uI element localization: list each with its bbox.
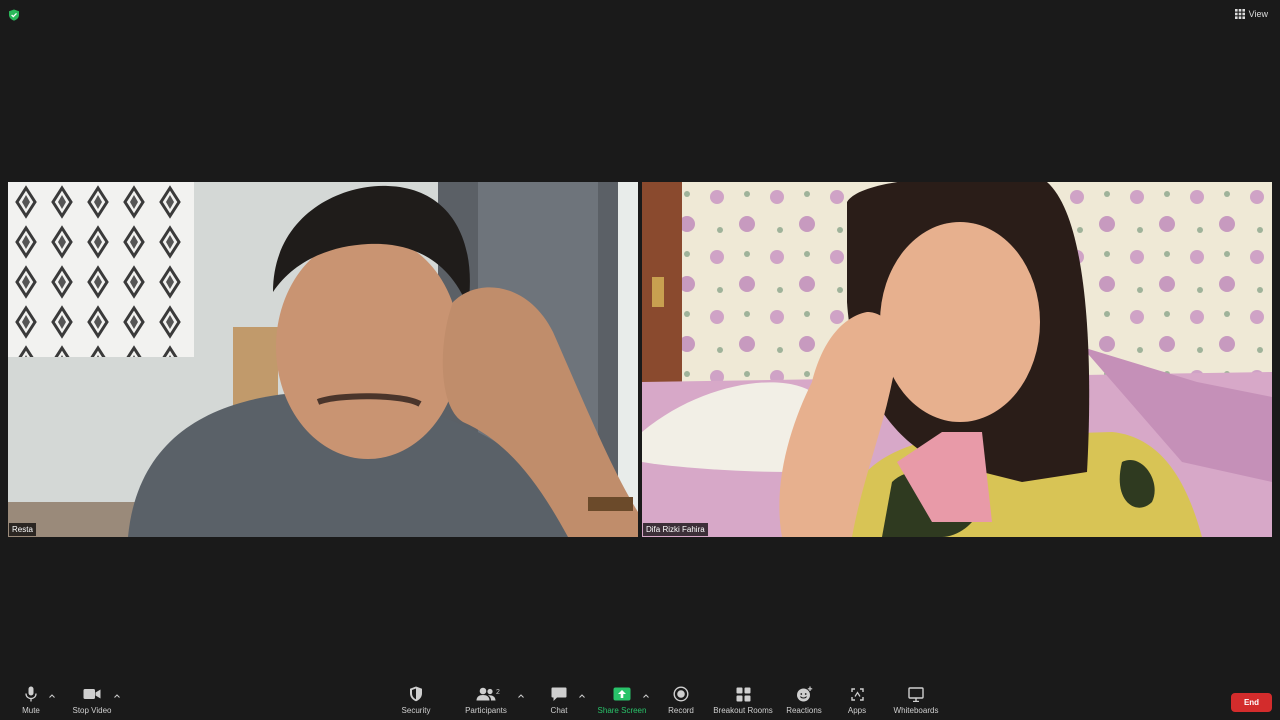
breakout-rooms-icon xyxy=(736,687,750,701)
chat-button[interactable]: Chat xyxy=(545,685,573,715)
view-button[interactable]: View xyxy=(1234,7,1268,21)
video-options-chevron[interactable] xyxy=(113,692,121,700)
share-screen-label: Share Screen xyxy=(597,706,647,715)
video-tile-resta[interactable]: Resta xyxy=(8,182,638,537)
breakout-rooms-label: Breakout Rooms xyxy=(713,706,773,715)
whiteboard-icon xyxy=(908,686,924,702)
grid-view-icon xyxy=(1234,9,1245,19)
record-label: Record xyxy=(668,706,694,715)
whiteboards-label: Whiteboards xyxy=(893,706,939,715)
chevron-up-icon xyxy=(579,694,585,698)
chat-options-chevron[interactable] xyxy=(578,692,586,700)
whiteboards-button[interactable]: Whiteboards xyxy=(891,685,941,715)
chevron-up-icon xyxy=(49,694,55,698)
share-screen-options-chevron[interactable] xyxy=(642,692,650,700)
participants-count: 2 xyxy=(496,689,500,696)
mute-button[interactable]: Mute xyxy=(13,685,49,715)
participants-options-chevron[interactable] xyxy=(517,692,525,700)
reactions-icon xyxy=(796,686,812,702)
end-label: End xyxy=(1243,698,1260,707)
stop-video-label: Stop Video xyxy=(72,706,112,715)
share-screen-button[interactable]: Share Screen xyxy=(597,685,647,715)
apps-button[interactable]: Apps xyxy=(842,685,872,715)
record-icon xyxy=(673,686,689,702)
meeting-controls-toolbar: Mute Stop Video Security Participants 2 … xyxy=(0,680,1280,720)
chat-bubble-icon xyxy=(551,687,567,701)
participant-name-label: Resta xyxy=(9,523,36,536)
chevron-up-icon xyxy=(518,694,524,698)
end-meeting-button[interactable]: End xyxy=(1231,693,1272,712)
audio-options-chevron[interactable] xyxy=(48,692,56,700)
reactions-label: Reactions xyxy=(786,706,822,715)
microphone-icon xyxy=(25,686,37,702)
participant-video-feed xyxy=(642,182,1272,537)
mute-label: Mute xyxy=(22,706,40,715)
participants-icon xyxy=(476,687,496,701)
reactions-button[interactable]: Reactions xyxy=(784,685,824,715)
participants-label: Participants xyxy=(465,706,507,715)
record-button[interactable]: Record xyxy=(666,685,696,715)
security-label: Security xyxy=(401,706,431,715)
view-label: View xyxy=(1248,9,1268,19)
share-screen-icon xyxy=(613,687,631,701)
stop-video-button[interactable]: Stop Video xyxy=(68,685,116,715)
breakout-rooms-button[interactable]: Breakout Rooms xyxy=(712,685,774,715)
participants-button[interactable]: Participants xyxy=(463,685,509,715)
encryption-shield-icon[interactable] xyxy=(8,8,20,21)
apps-label: Apps xyxy=(847,706,867,715)
participant-name-label: Difa Rizki Fahira xyxy=(643,523,708,536)
chevron-up-icon xyxy=(114,694,120,698)
chat-label: Chat xyxy=(550,706,568,715)
chevron-up-icon xyxy=(643,694,649,698)
security-button[interactable]: Security xyxy=(396,685,436,715)
video-camera-icon xyxy=(83,689,101,699)
apps-icon xyxy=(850,687,864,701)
video-tile-difa-rizki-fahira[interactable]: Difa Rizki Fahira xyxy=(642,182,1272,537)
security-shield-icon xyxy=(410,686,422,702)
participant-video-feed xyxy=(8,182,638,537)
